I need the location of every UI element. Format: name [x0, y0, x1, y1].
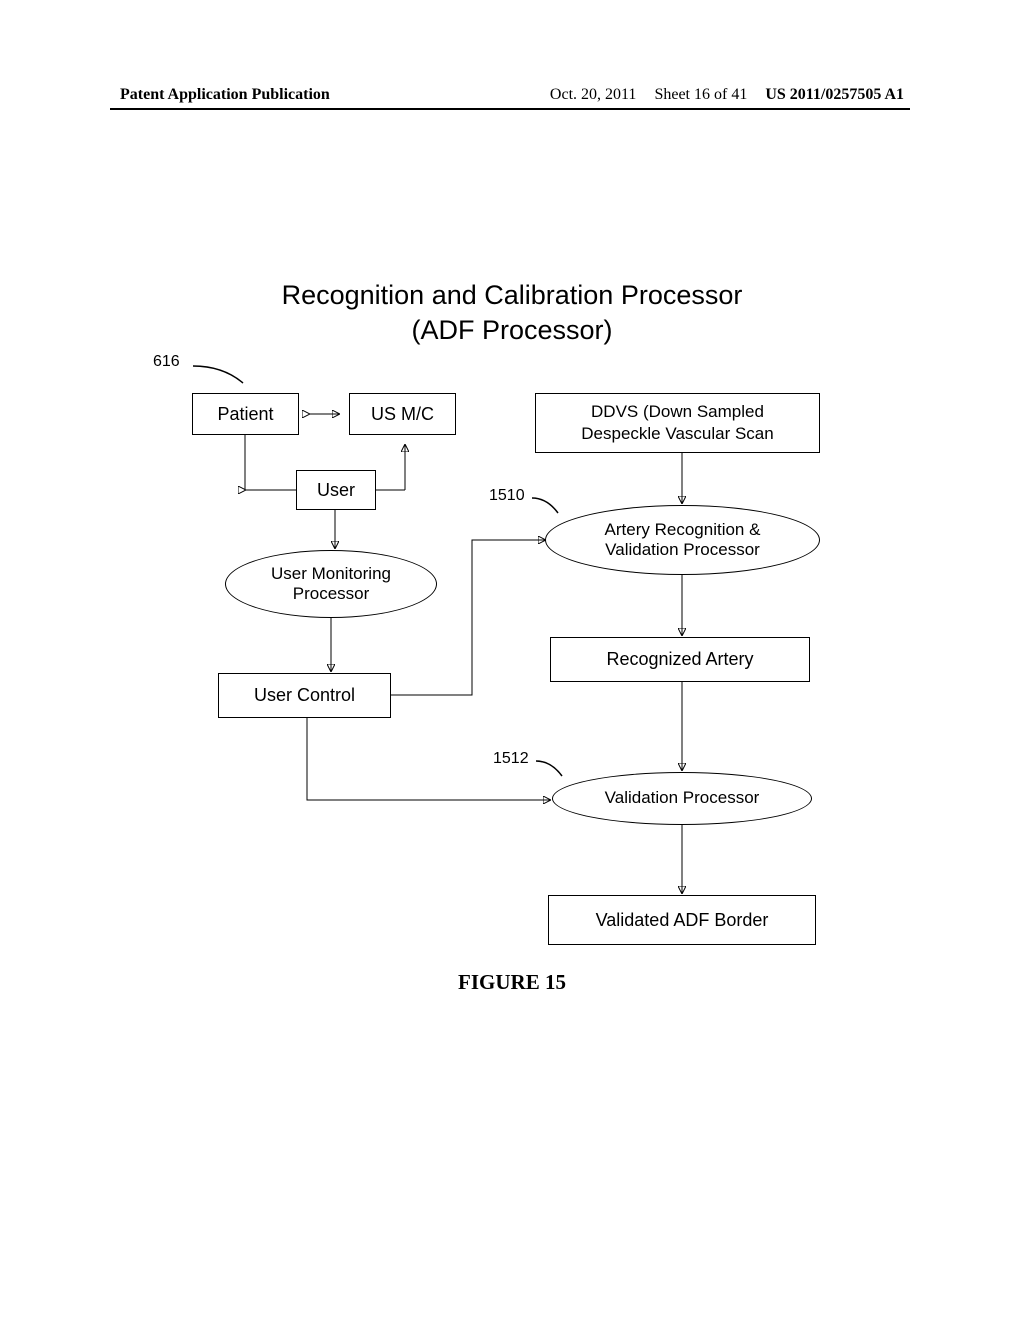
- ellipse-validation-processor: Validation Processor: [552, 772, 812, 825]
- diagram-title: Recognition and Calibration Processor (A…: [0, 278, 1024, 348]
- title-line1: Recognition and Calibration Processor: [0, 278, 1024, 313]
- monitoring-line2: Processor: [271, 584, 391, 604]
- artery-line1: Artery Recognition &: [605, 520, 761, 540]
- box-validated-adf: Validated ADF Border: [548, 895, 816, 945]
- header-pubnum: US 2011/0257505 A1: [765, 86, 904, 104]
- ddvs-line2: Despeckle Vascular Scan: [581, 423, 773, 445]
- ref-616: 616: [153, 353, 180, 371]
- box-ddvs: DDVS (Down Sampled Despeckle Vascular Sc…: [535, 393, 820, 453]
- header-date: Oct. 20, 2011: [550, 86, 637, 104]
- ref-1512: 1512: [493, 750, 529, 768]
- header-separator: [110, 108, 910, 110]
- box-patient: Patient: [192, 393, 299, 435]
- figure-caption: FIGURE 15: [0, 970, 1024, 995]
- box-recognized-artery: Recognized Artery: [550, 637, 810, 682]
- header-sheet: Sheet 16 of 41: [654, 86, 747, 104]
- ddvs-line1: DDVS (Down Sampled: [581, 401, 773, 423]
- leader-line-1510: [532, 495, 562, 515]
- monitoring-line1: User Monitoring: [271, 564, 391, 584]
- ref-1510: 1510: [489, 487, 525, 505]
- title-line2: (ADF Processor): [0, 313, 1024, 348]
- flow-connectors: [0, 0, 1024, 1320]
- box-user-control: User Control: [218, 673, 391, 718]
- ellipse-artery-recognition: Artery Recognition & Validation Processo…: [545, 505, 820, 575]
- box-usmc: US M/C: [349, 393, 456, 435]
- leader-line-616: [193, 361, 253, 386]
- box-user: User: [296, 470, 376, 510]
- header-publication: Patent Application Publication: [120, 86, 330, 104]
- artery-line2: Validation Processor: [605, 540, 761, 560]
- ellipse-user-monitoring: User Monitoring Processor: [225, 550, 437, 618]
- patent-header: Patent Application Publication Oct. 20, …: [0, 86, 1024, 104]
- leader-line-1512: [536, 758, 566, 778]
